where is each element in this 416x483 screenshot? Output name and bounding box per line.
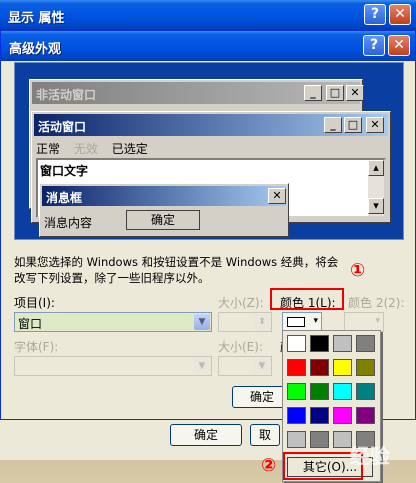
advanced-titlebar[interactable]: 高级外观 ? ✕ [1, 31, 415, 61]
msgbox-text: 消息内容 [44, 216, 93, 230]
dialog-help-button[interactable]: ? [363, 35, 385, 56]
font-label: 字体(F): [14, 340, 59, 354]
minimize-icon[interactable]: _ [304, 85, 322, 101]
menu-disabled[interactable]: 无效 [74, 142, 98, 156]
color-swatch[interactable] [333, 383, 352, 400]
color2-picker[interactable]: ▾ [344, 312, 384, 332]
annotation-box-color1 [270, 288, 344, 310]
color-swatch[interactable] [333, 407, 352, 424]
color-swatch[interactable] [287, 431, 306, 448]
description-text: 如果您选择的 Windows 和按钮设置不是 Windows 经典，将会改写下列… [14, 255, 339, 285]
color-swatch[interactable] [333, 359, 352, 376]
annotation-step2: ② [261, 455, 277, 476]
msgbox-titlebar[interactable]: 消息框 ✕ [42, 186, 286, 206]
active-titlebar[interactable]: 活动窗口 _ □ ✕ [34, 114, 388, 136]
color-swatch[interactable] [310, 359, 329, 376]
color1-picker[interactable]: ▾ [282, 312, 322, 332]
annotation-step1: ① [350, 260, 366, 281]
color-swatch[interactable] [310, 335, 329, 352]
color-swatch[interactable] [356, 383, 375, 400]
window-text: 窗口文字 [40, 164, 89, 178]
minimize-icon[interactable]: _ [324, 117, 342, 133]
color-swatch[interactable] [333, 335, 352, 352]
display-properties-titlebar[interactable]: 显示 属性 ? ✕ [0, 0, 416, 30]
color-swatch[interactable] [356, 407, 375, 424]
menu-normal[interactable]: 正常 [36, 142, 60, 156]
preview-menu-bar: 正常 无效 已选定 [36, 140, 158, 157]
dropdown-arrow-icon: ▾ [375, 316, 380, 326]
dropdown-arrow-icon: ▾ [313, 316, 318, 326]
preview-message-box[interactable]: 消息框 ✕ 消息内容 确定 [39, 183, 289, 237]
color2-label: 颜色 2(2): [348, 296, 405, 310]
color-swatch[interactable] [287, 383, 306, 400]
main-ok-button[interactable]: 确定 [170, 424, 242, 446]
color-swatch[interactable] [287, 335, 306, 352]
main-cancel-button[interactable]: 取 [250, 424, 280, 446]
color-swatch[interactable] [310, 383, 329, 400]
color-swatch[interactable] [356, 335, 375, 352]
inactive-titlebar[interactable]: 非活动窗口 _ □ ✕ [32, 82, 364, 104]
close-button[interactable]: ✕ [389, 4, 411, 25]
close-icon[interactable]: ✕ [366, 117, 384, 133]
item-select-value: 窗口 [18, 317, 43, 331]
color-swatch[interactable] [287, 407, 306, 424]
dialog-title: 高级外观 [9, 42, 62, 57]
color-swatch[interactable] [310, 407, 329, 424]
close-icon[interactable]: ✕ [346, 85, 364, 101]
size-spinner[interactable]: ⬍ [218, 312, 272, 332]
window-title: 显示 属性 [8, 11, 65, 26]
menu-selected[interactable]: 已选定 [112, 142, 148, 156]
dialog-close-button[interactable]: ✕ [388, 35, 410, 56]
color-swatch[interactable] [287, 359, 306, 376]
item-label: 项目(I): [14, 296, 55, 310]
close-icon[interactable]: ✕ [268, 188, 286, 204]
color-swatch-white [287, 317, 305, 327]
color-swatch[interactable] [310, 431, 329, 448]
spinner-arrows-icon[interactable]: ⬍ [254, 314, 270, 330]
font-size-label: 大小(E): [218, 340, 263, 354]
item-select[interactable]: 窗口 ▼ [14, 312, 212, 332]
help-button[interactable]: ? [364, 4, 386, 25]
scrollbar[interactable]: ▴ ▾ [368, 160, 384, 216]
preview-area[interactable]: 非活动窗口 _ □ ✕ 活动窗口 _ □ ✕ 正常 无效 已选定 窗口文字 ▴ … [14, 62, 404, 240]
chevron-down-icon[interactable]: ▼ [254, 358, 270, 374]
maximize-icon[interactable]: □ [344, 117, 362, 133]
watermark-text: 经验 [350, 444, 390, 468]
chevron-down-icon[interactable]: ▼ [194, 314, 210, 330]
color-swatch[interactable] [356, 359, 375, 376]
inactive-title: 非活动窗口 [36, 88, 97, 102]
size-label: 大小(Z): [218, 296, 264, 310]
msgbox-title: 消息框 [46, 191, 83, 205]
msgbox-ok-button[interactable]: 确定 [126, 210, 200, 230]
scroll-down-icon[interactable]: ▾ [368, 198, 384, 214]
font-size-select[interactable]: ▼ [218, 356, 272, 376]
chevron-down-icon[interactable]: ▼ [194, 358, 210, 374]
active-title: 活动窗口 [38, 120, 87, 134]
maximize-icon[interactable]: □ [326, 85, 344, 101]
font-select[interactable]: ▼ [14, 356, 212, 376]
scroll-up-icon[interactable]: ▴ [368, 160, 384, 176]
